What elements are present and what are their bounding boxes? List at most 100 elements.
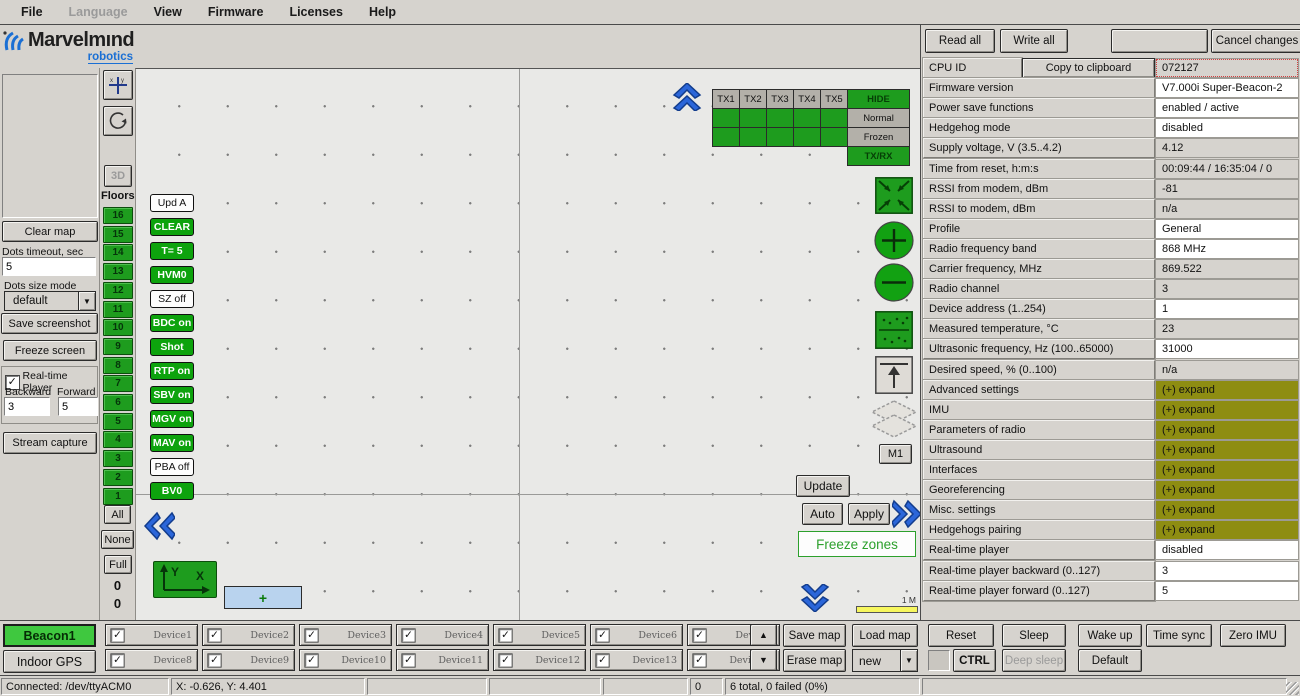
auto-button[interactable]: Auto [802, 503, 843, 525]
mode-button-mav-on[interactable]: MAV on [150, 434, 194, 452]
ctrl-button[interactable]: CTRL [953, 649, 996, 672]
tx-cell-tx4[interactable] [793, 127, 821, 147]
device-toggle-device9[interactable]: ✓Device9 [202, 649, 295, 671]
collapse-left-button[interactable] [143, 511, 175, 541]
device-toggle-device1[interactable]: ✓Device1 [105, 624, 198, 646]
forward-input[interactable] [58, 397, 98, 416]
tx-cell-tx2[interactable] [739, 127, 767, 147]
mode-button-t-5[interactable]: T= 5 [150, 242, 194, 260]
dots-timeout-input[interactable] [2, 257, 96, 276]
device-toggle-device12[interactable]: ✓Device12 [493, 649, 586, 671]
mode-button-sbv-on[interactable]: SBV on [150, 386, 194, 404]
copy-to-clipboard-button[interactable]: Copy to clipboard [1022, 58, 1155, 78]
device-list-up-button[interactable]: ▲ [750, 624, 777, 646]
checkbox-checked-icon[interactable]: ✓ [693, 654, 705, 666]
checkbox-checked-icon[interactable]: ✓ [402, 629, 414, 641]
tx-row-label-frozen[interactable]: Frozen [847, 127, 910, 147]
floor-button-4[interactable]: 4 [103, 431, 133, 448]
menu-firmware[interactable]: Firmware [195, 2, 277, 22]
floor-button-12[interactable]: 12 [103, 282, 133, 299]
fit-to-screen-button[interactable] [875, 177, 913, 214]
zoom-in-button[interactable] [874, 221, 914, 260]
floor-button-8[interactable]: 8 [103, 357, 133, 374]
device-toggle-device10[interactable]: ✓Device10 [299, 649, 392, 671]
checkbox-checked-icon[interactable]: ✓ [499, 654, 511, 666]
mode-button-bdc-on[interactable]: BDC on [150, 314, 194, 332]
mode-button-rtp-on[interactable]: RTP on [150, 362, 194, 380]
load-map-button[interactable]: Load map [852, 624, 918, 647]
setting-value-imu[interactable]: (+) expand [1155, 400, 1299, 420]
checkbox-checked-icon[interactable]: ✓ [111, 629, 123, 641]
device-toggle-device6[interactable]: ✓Device6 [590, 624, 683, 646]
floor-button-6[interactable]: 6 [103, 394, 133, 411]
cancel-changes-button[interactable]: Cancel changes [1211, 29, 1300, 53]
checkbox-checked-icon[interactable]: ✓ [111, 654, 123, 666]
checkbox-checked-icon[interactable]: ✓ [208, 629, 220, 641]
mode-button-bv0[interactable]: BV0 [150, 482, 194, 500]
checkbox-checked-icon[interactable]: ✓ [596, 629, 608, 641]
tx-row-label-txrx[interactable]: TX/RX [847, 146, 910, 166]
menu-view[interactable]: View [141, 2, 195, 22]
device-toggle-device13[interactable]: ✓Device13 [590, 649, 683, 671]
device-list-down-button[interactable]: ▼ [750, 649, 777, 671]
tx-cell-tx1[interactable] [712, 127, 740, 147]
floor-button-9[interactable]: 9 [103, 338, 133, 355]
default-button[interactable]: Default [1078, 649, 1142, 672]
save-screenshot-button[interactable]: Save screenshot [1, 313, 98, 334]
setting-value-hedgehogs-pairing[interactable]: (+) expand [1155, 520, 1299, 540]
reset-button[interactable]: Reset [928, 624, 994, 647]
tx-cell-tx1[interactable] [712, 108, 740, 128]
layers-button[interactable] [869, 399, 919, 441]
device-toggle-device8[interactable]: ✓Device8 [105, 649, 198, 671]
stream-capture-button[interactable]: Stream capture [3, 432, 97, 454]
m1-button[interactable]: M1 [879, 444, 912, 464]
floor-button-13[interactable]: 13 [103, 263, 133, 280]
wake-up-button[interactable]: Wake up [1078, 624, 1142, 647]
menu-licenses[interactable]: Licenses [276, 2, 356, 22]
sleep-button[interactable]: Sleep [1002, 624, 1066, 647]
chevron-down-icon[interactable]: ▼ [78, 292, 95, 310]
tx-cell-tx3[interactable] [766, 108, 794, 128]
map-select[interactable]: new ▼ [852, 649, 918, 672]
device-toggle-device5[interactable]: ✓Device5 [493, 624, 586, 646]
collapse-up-button[interactable] [672, 83, 702, 111]
floors-full-button[interactable]: Full [104, 555, 132, 574]
floor-button-5[interactable]: 5 [103, 413, 133, 430]
mode-button-sz-off[interactable]: SZ off [150, 290, 194, 308]
upload-z-button[interactable] [875, 356, 913, 394]
add-submap-button[interactable]: + [224, 586, 302, 609]
setting-value-misc-settings[interactable]: (+) expand [1155, 500, 1299, 520]
floor-button-2[interactable]: 2 [103, 469, 133, 486]
setting-value-advanced-settings[interactable]: (+) expand [1155, 380, 1299, 400]
indoor-gps-button[interactable]: Indoor GPS [3, 650, 96, 673]
checkbox-checked-icon[interactable]: ✓ [305, 654, 317, 666]
mode-button-hvm0[interactable]: HVM0 [150, 266, 194, 284]
floor-button-11[interactable]: 11 [103, 301, 133, 318]
floor-button-15[interactable]: 15 [103, 226, 133, 243]
setting-value-interfaces[interactable]: (+) expand [1155, 460, 1299, 480]
tx-cell-tx5[interactable] [820, 127, 848, 147]
write-all-button[interactable]: Write all [1000, 29, 1068, 53]
menu-language[interactable]: Language [56, 2, 141, 22]
zero-imu-button[interactable]: Zero IMU [1220, 624, 1286, 647]
save-map-button[interactable]: Save map [783, 624, 846, 647]
freeze-zones-button[interactable]: Freeze zones [798, 531, 916, 557]
expand-right-button[interactable] [892, 499, 922, 529]
tx-row-label-hide[interactable]: HIDE [847, 89, 910, 109]
view-3d-button[interactable]: 3D [104, 165, 132, 187]
checkbox-checked-icon[interactable]: ✓ [693, 629, 705, 641]
checkbox-checked-icon[interactable]: ✓ [402, 654, 414, 666]
chevron-down-icon[interactable]: ▼ [900, 650, 917, 671]
floor-button-10[interactable]: 10 [103, 319, 133, 336]
erase-map-button[interactable]: Erase map [783, 649, 846, 672]
tx-cell-tx4[interactable] [793, 108, 821, 128]
dots-size-mode-select[interactable]: default ▼ [4, 291, 96, 311]
tx-cell-tx2[interactable] [739, 108, 767, 128]
backward-input[interactable] [4, 397, 50, 416]
rotate-view-button[interactable] [103, 106, 133, 136]
read-all-button[interactable]: Read all [925, 29, 995, 53]
floors-all-button[interactable]: All [104, 505, 131, 524]
blank-button[interactable] [1111, 29, 1208, 53]
xy-axis-view-button[interactable]: x y [103, 70, 133, 100]
device-toggle-device2[interactable]: ✓Device2 [202, 624, 295, 646]
